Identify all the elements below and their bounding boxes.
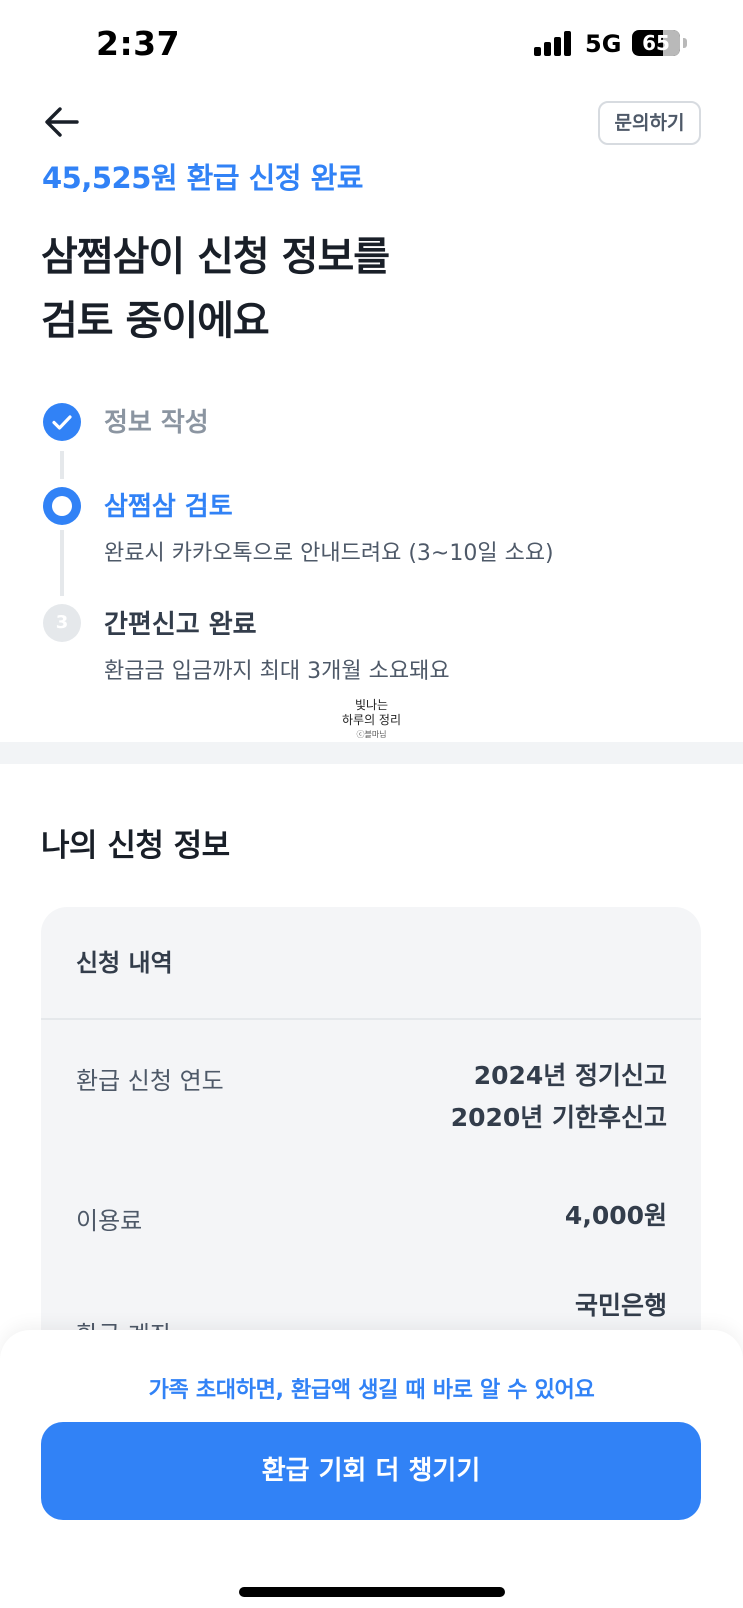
watermark-line2: 하루의 정리 [341, 713, 401, 727]
page-title: 삼쩜삼이 신청 정보를 검토 중이에요 [41, 225, 390, 353]
row-value-year: 2024년 정기신고 2020년 기한후신고 [451, 1055, 667, 1139]
arrow-left-icon [45, 107, 79, 137]
status-time: 2:37 [96, 24, 181, 63]
network-type: 5G [585, 30, 622, 58]
watermark-line1: 빛나는 [354, 698, 389, 712]
row-value-year-2: 2020년 기한후신고 [450, 1103, 667, 1132]
row-value-account-1: 국민은행 [574, 1291, 667, 1320]
current-step-icon [43, 487, 81, 525]
card-header: 신청 내역 [76, 949, 173, 977]
battery-tip [683, 38, 687, 48]
refund-status-text: 45,525원 환급 신정 완료 [42, 161, 363, 195]
section-title: 나의 신청 정보 [41, 828, 230, 864]
row-value-fee: 4,000원 [565, 1195, 667, 1237]
step-title-1: 정보 작성 [104, 408, 209, 438]
row-value-fee-1: 4,000원 [564, 1201, 667, 1230]
step-desc-2: 완료시 카카오톡으로 안내드려요 (3~10일 소요) [104, 541, 554, 566]
inquiry-button[interactable]: 문의하기 [598, 101, 701, 145]
status-bar: 2:37 5G 65 [0, 0, 743, 90]
card-divider [41, 1018, 701, 1020]
battery-icon: 65 [632, 30, 680, 56]
back-button[interactable] [40, 100, 84, 144]
section-divider [0, 742, 743, 764]
watermark: 빛나는 하루의 정리 ⓒ블마님 [320, 698, 423, 742]
signal-icon [534, 30, 574, 56]
bottom-sheet: 가족 초대하면, 환급액 생길 때 바로 알 수 있어요 환급 기회 더 챙기기 [0, 1330, 743, 1608]
page-title-line2: 검토 중이에요 [41, 298, 270, 344]
row-value-account: 국민은행 [575, 1285, 667, 1327]
watermark-line3: ⓒ블마님 [356, 730, 387, 739]
step-desc-3: 환급금 입금까지 최대 3개월 소요돼요 [104, 659, 450, 684]
step-title-3: 간편신고 완료 [104, 610, 257, 640]
step-connector [60, 530, 64, 596]
check-icon [43, 403, 81, 441]
step-number-icon: 3 [43, 604, 81, 642]
battery-level: 65 [642, 31, 670, 55]
step-connector [60, 451, 64, 479]
page-title-line1: 삼쩜삼이 신청 정보를 [41, 234, 390, 280]
step-title-2: 삼쩜삼 검토 [104, 492, 233, 522]
row-label-year: 환급 신청 연도 [76, 1067, 224, 1095]
more-refund-button[interactable]: 환급 기회 더 챙기기 [41, 1422, 701, 1520]
home-indicator [239, 1587, 505, 1597]
row-value-year-1: 2024년 정기신고 [473, 1061, 667, 1090]
invite-family-link[interactable]: 가족 초대하면, 환급액 생길 때 바로 알 수 있어요 [0, 1372, 743, 1404]
row-label-fee: 이용료 [76, 1207, 143, 1235]
